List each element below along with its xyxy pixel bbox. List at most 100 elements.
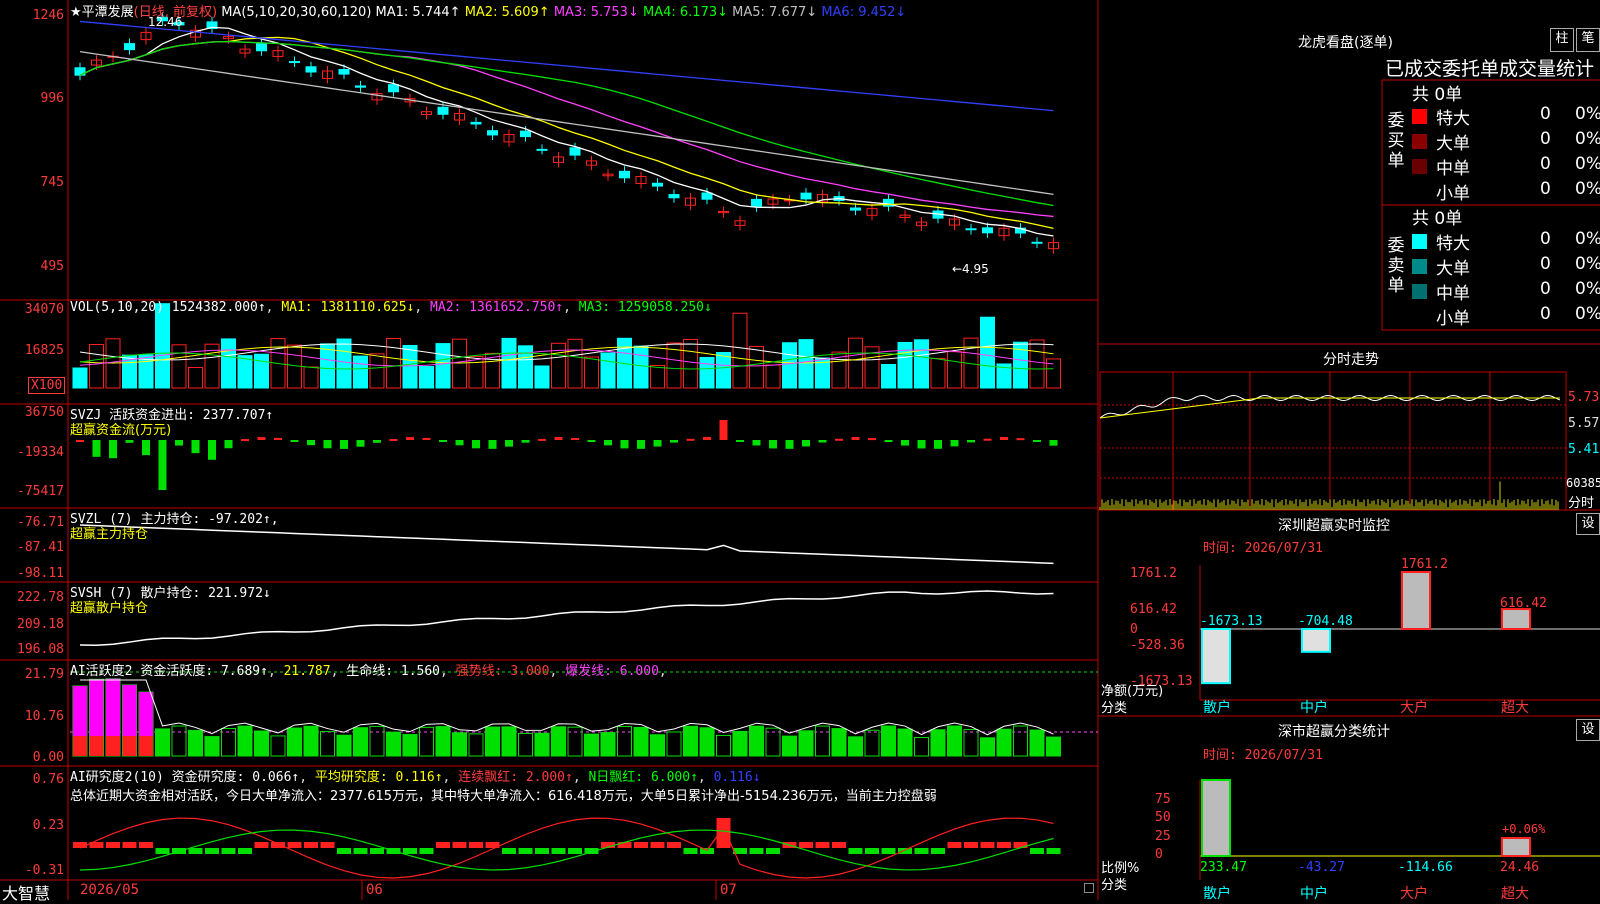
monitor-value-2: 1761.2: [1401, 557, 1448, 572]
ai-active-bar: [600, 732, 616, 757]
sell-pct-1: 0%: [1575, 254, 1600, 274]
candle-body: [289, 61, 300, 64]
research-bar: [799, 842, 813, 848]
tick-view-button[interactable]: 笔: [1576, 28, 1600, 52]
stats-category-1: 中户: [1300, 886, 1328, 902]
candle-body: [850, 207, 861, 211]
ai-active-bar: [996, 728, 1012, 757]
buy-count-3: 0: [1540, 179, 1551, 199]
svzj-bar: [571, 437, 579, 440]
research-bar: [188, 848, 203, 854]
volume-bar: [402, 344, 418, 389]
svzj-bar: [934, 440, 942, 449]
svzj-bar: [274, 437, 282, 440]
ma1-value: MA1: 5.744↑: [375, 5, 461, 20]
ai-active-bar: [963, 729, 979, 757]
research-bar: [848, 848, 863, 854]
candle-body: [437, 106, 449, 115]
bar-view-button[interactable]: 柱: [1550, 28, 1574, 52]
ma-line-4: [79, 51, 1054, 195]
buy-swatch-1: [1412, 134, 1427, 149]
ai-active-bar: [254, 730, 269, 757]
research-bar: [320, 842, 335, 848]
ai-active-bar: [584, 733, 599, 757]
buy-count-2: 0: [1540, 154, 1551, 174]
ai-active-bar: [155, 728, 170, 757]
research-bar: [155, 848, 170, 854]
volume-bar: [699, 357, 715, 389]
buy-name-1: 大单: [1436, 134, 1470, 154]
research-bar: [1013, 842, 1028, 848]
kline-chart-canvas[interactable]: [0, 0, 1600, 900]
svzj-bar: [802, 440, 810, 447]
svzj-bar: [1000, 437, 1008, 440]
research-bar: [898, 848, 912, 854]
intraday-frame: [1099, 371, 1567, 511]
research-bar: [997, 842, 1011, 848]
research-bar: [716, 818, 731, 848]
ai-active-bar-base: [122, 736, 137, 756]
monitor-settings-button[interactable]: 设: [1576, 513, 1600, 535]
svzj-subtitle: 超赢资金流(万元): [70, 423, 172, 438]
svzj-bar: [769, 440, 777, 449]
research-bar: [353, 848, 368, 854]
ai-research-header: AI研究度2(10) 资金研究度: 0.066↑, 平均研究度: 0.116↑,…: [70, 770, 761, 785]
y-tick-svzj-2: -75417: [17, 484, 64, 499]
stock-title[interactable]: ★平潭发展: [70, 5, 134, 20]
stats-value-0: 233.47: [1200, 860, 1247, 875]
y-tick-svsh-0: 222.78: [17, 590, 64, 605]
lock-icon[interactable]: [1084, 883, 1094, 893]
volume-bar: [567, 338, 583, 389]
buy-name-3: 小单: [1436, 184, 1470, 204]
candle-body: [487, 130, 498, 136]
svzj-bar: [125, 440, 134, 443]
svzj-bar: [1016, 438, 1025, 441]
stats-settings-button[interactable]: 设: [1576, 719, 1600, 741]
buy-pct-2: 0%: [1575, 154, 1600, 174]
ai-active-bar: [303, 725, 319, 757]
research-bar: [139, 842, 153, 848]
ai-active-bar: [617, 726, 632, 757]
candle-body: [470, 121, 482, 125]
ai-active-bar: [1013, 725, 1028, 757]
y-tick-ai-2: 0.00: [32, 750, 64, 765]
research-bar: [518, 848, 533, 854]
y-tick-ai-1: 10.76: [24, 709, 64, 724]
monitor-value-1: -704.48: [1298, 614, 1353, 629]
research-bar: [419, 848, 434, 854]
volume-bar: [683, 338, 698, 389]
volume-bar: [650, 364, 665, 389]
ai-active-bar: [369, 725, 385, 757]
monitor-ytick-1: 616.42: [1130, 602, 1177, 617]
intraday-tick-0: 5.73: [1568, 390, 1600, 405]
sell-name-3: 小单: [1436, 309, 1470, 329]
ai-active-bar: [683, 725, 698, 757]
svzj-bar: [488, 440, 497, 449]
svsh-subtitle: 超赢散户持仓: [70, 601, 149, 616]
ai-active-header: AI活跃度2 资金活跃度: 7.689↑, 21.787, 生命线: 1.560…: [70, 664, 667, 679]
svzj-bar: [604, 440, 612, 446]
intraday-unit: 分时: [1568, 496, 1595, 511]
monitor-value-0: -1673.13: [1200, 614, 1263, 629]
candle-body: [256, 42, 267, 52]
svzj-bar: [670, 440, 678, 443]
ai-active-bar: [270, 735, 286, 757]
svzj-bar: [587, 440, 596, 442]
ai-active-bar: [237, 725, 253, 757]
research-bar: [1046, 848, 1061, 854]
research-bar: [749, 848, 764, 854]
ai-active-bar: [930, 729, 946, 757]
stats-title: 深市超赢分类统计: [1278, 724, 1390, 740]
ma-header: MA(5,10,20,30,60,120): [221, 5, 372, 20]
research-bar: [964, 842, 978, 848]
research-bar: [502, 848, 516, 854]
candle-body: [520, 130, 531, 138]
research-bar: [452, 842, 467, 848]
buy-name-2: 中单: [1436, 159, 1470, 179]
ai-active-bar: [534, 732, 550, 757]
ai-active-bar-top: [89, 679, 104, 736]
y-tick-svzj-1: -19334: [17, 445, 64, 460]
sell-swatch-3: [1412, 309, 1427, 324]
volume-bar: [897, 341, 913, 389]
volume-bar: [716, 352, 731, 389]
